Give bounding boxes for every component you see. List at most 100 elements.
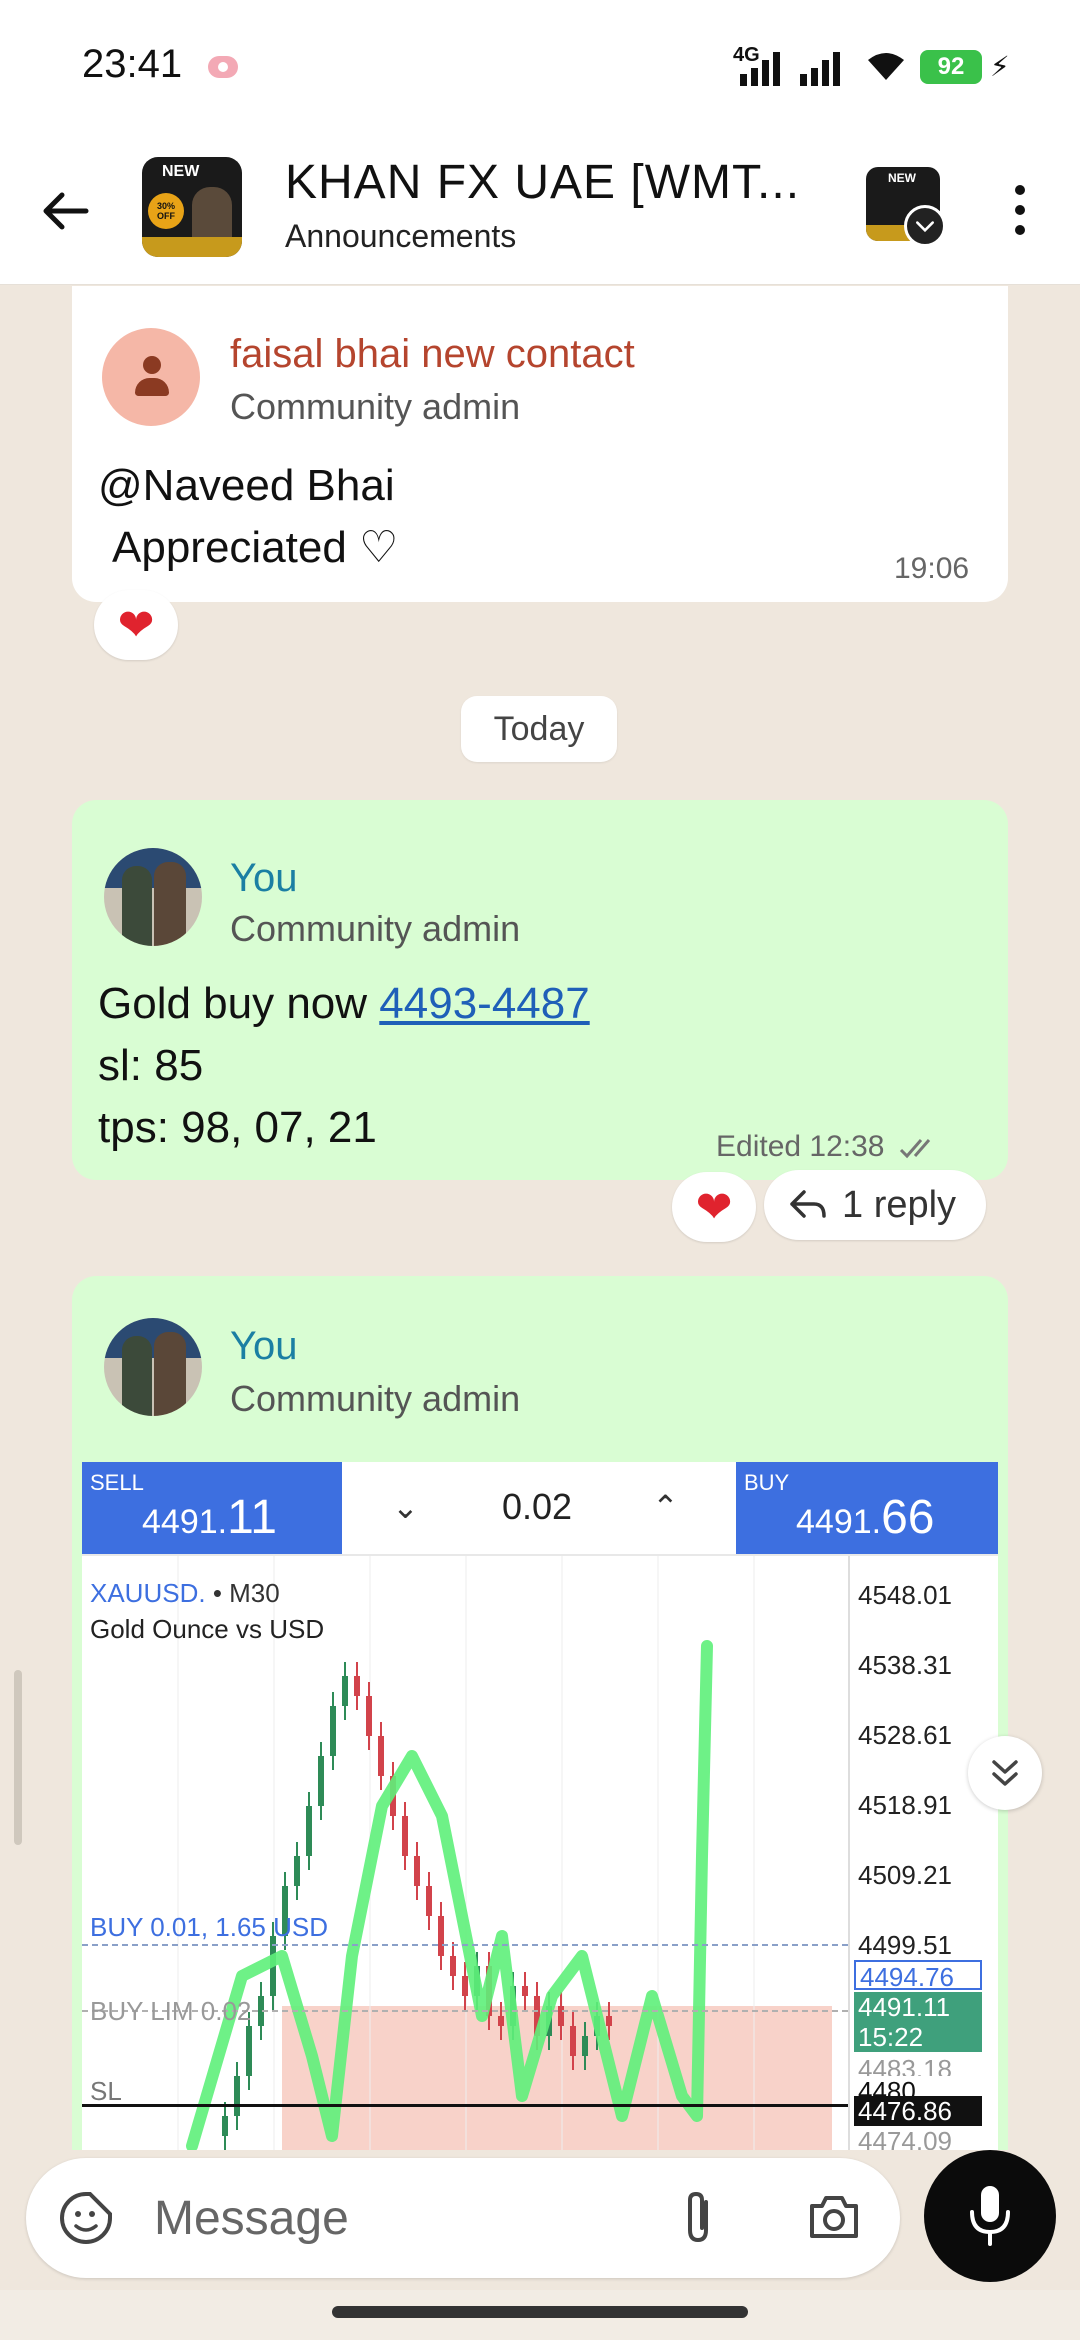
candle-body xyxy=(450,1956,456,1976)
candle-body xyxy=(222,2116,228,2136)
chat-area[interactable]: faisal bhai new contact Community admin … xyxy=(0,286,1080,2150)
candle-body xyxy=(462,1976,468,1996)
candle-body xyxy=(366,1696,372,1736)
candle-body xyxy=(570,2026,576,2056)
sender-name[interactable]: faisal bhai new contact xyxy=(230,332,635,377)
buy-price-marker: 4494.76 xyxy=(854,1960,982,1992)
scrollbar-thumb[interactable] xyxy=(14,1670,22,1845)
stop-loss-label: SL xyxy=(90,2076,122,2106)
screen-record-icon xyxy=(208,56,238,78)
message-text-line: Gold buy now 4493-4487 xyxy=(98,972,590,1036)
sell-button: SELL 4491.11 xyxy=(82,1462,342,1554)
price-chart: XAUUSD. • M30 Gold Ounce vs USD BUY 0.01… xyxy=(82,1554,998,2150)
candle-body xyxy=(294,1856,300,1886)
price-tick: 4528.61 xyxy=(858,1720,952,1750)
sender-name[interactable]: You xyxy=(230,1324,298,1369)
buy-price: 4491.66 xyxy=(796,1491,935,1544)
message-text-line: @Naveed Bhai xyxy=(98,461,395,510)
charging-icon: ⚡ xyxy=(990,51,1010,82)
double-check-icon xyxy=(899,1139,930,1159)
voice-message-button[interactable] xyxy=(924,2150,1056,2282)
community-avatar-tag: NEW xyxy=(888,171,916,185)
message-input[interactable] xyxy=(154,2186,654,2250)
price-link[interactable]: 4493-4487 xyxy=(379,979,589,1028)
price-tick: 4538.31 xyxy=(858,1650,952,1680)
candle-body xyxy=(342,1676,348,1706)
trade-bar: SELL 4491.11 ⌄ 0.02 ⌃ BUY 4491.66 xyxy=(82,1462,998,1554)
message-bubble-incoming[interactable]: faisal bhai new contact Community admin … xyxy=(72,286,1008,602)
group-avatar[interactable]: NEW 30% OFF xyxy=(142,157,242,257)
buy-button: BUY 4491.66 xyxy=(736,1462,998,1554)
sender-avatar[interactable] xyxy=(102,328,200,426)
candle-body xyxy=(498,2016,504,2026)
avatar-new-tag: NEW xyxy=(162,163,200,180)
group-subtitle[interactable]: Announcements xyxy=(285,218,516,255)
chevron-down-icon: ⌄ xyxy=(392,1489,419,1525)
candle-body xyxy=(414,1856,420,1886)
bid-price-marker: 4491.11 xyxy=(854,1992,982,2022)
price-tick: 4548.01 xyxy=(858,1580,952,1610)
microphone-icon xyxy=(970,2186,1010,2246)
stop-loss-line xyxy=(82,2104,848,2107)
more-options-icon[interactable] xyxy=(1010,185,1030,245)
candle-body xyxy=(354,1676,360,1696)
lot-size: 0.02 xyxy=(502,1486,573,1527)
chevron-down-icon[interactable] xyxy=(904,205,946,247)
candle-body xyxy=(522,1986,528,1996)
clock: 23:41 xyxy=(82,42,183,86)
message-composer xyxy=(26,2158,900,2278)
message-text-line: sl: 85 xyxy=(98,1041,204,1090)
attach-icon[interactable] xyxy=(676,2188,722,2248)
annotation-stroke xyxy=(186,1640,713,2150)
sender-avatar[interactable] xyxy=(104,1318,202,1416)
candle-body xyxy=(234,2076,240,2116)
candle-body xyxy=(330,1706,336,1756)
reply-count-button[interactable]: 1 reply xyxy=(764,1170,986,1240)
chart-symbol: XAUUSD. • M30 xyxy=(90,1578,280,1608)
stop-loss-marker: 4476.86 xyxy=(854,2096,982,2126)
buy-order-line xyxy=(82,1944,848,1946)
sender-name[interactable]: You xyxy=(230,856,298,901)
chevron-up-icon: ⌃ xyxy=(652,1489,679,1525)
battery-indicator: 92 xyxy=(920,50,982,84)
signal-icon xyxy=(740,50,780,86)
candle-body xyxy=(246,2026,252,2076)
buy-label: BUY xyxy=(744,1470,790,1495)
message-bubble-outgoing[interactable]: You Community admin Gold buy now 4493-44… xyxy=(72,800,1008,1180)
signal-icon-2 xyxy=(800,50,840,86)
status-bar: 23:41 4G 92 ⚡ xyxy=(0,0,1080,135)
reply-count-label: 1 reply xyxy=(842,1184,957,1226)
camera-icon[interactable] xyxy=(806,2192,862,2242)
sticker-icon[interactable] xyxy=(56,2188,116,2248)
candle-body xyxy=(426,1886,432,1916)
back-arrow-icon[interactable] xyxy=(36,181,96,241)
sender-avatar[interactable] xyxy=(104,848,202,946)
sender-role: Community admin xyxy=(230,1378,521,1419)
candle-body xyxy=(402,1816,408,1856)
wifi-icon xyxy=(868,53,904,80)
message-text-prefix: Gold buy now xyxy=(98,979,380,1028)
candle-body xyxy=(582,2036,588,2056)
avatar-band xyxy=(142,237,242,257)
sender-role: Community admin xyxy=(230,908,521,949)
limit-order-label: BUY LIM 0.02 xyxy=(90,1996,252,2026)
message-meta: Edited 12:38 xyxy=(716,1130,939,1164)
chat-header: NEW 30% OFF KHAN FX UAE [WMT... Announce… xyxy=(0,135,1080,285)
price-tick: 4509.21 xyxy=(858,1860,952,1890)
sell-label: SELL xyxy=(90,1470,144,1495)
date-separator: Today xyxy=(461,696,617,762)
scroll-to-bottom-button[interactable] xyxy=(968,1736,1042,1810)
home-indicator[interactable] xyxy=(332,2306,748,2318)
heart-reaction-icon[interactable]: ❤ xyxy=(94,590,178,660)
edited-time: Edited 12:38 xyxy=(716,1130,885,1163)
double-chevron-down-icon xyxy=(992,1760,1018,1786)
candle-body xyxy=(318,1756,324,1806)
candle-body xyxy=(378,1736,384,1776)
group-title[interactable]: KHAN FX UAE [WMT... xyxy=(285,155,845,210)
avatar-offer-badge: 30% OFF xyxy=(148,193,184,229)
heart-reaction-icon[interactable]: ❤ xyxy=(672,1172,756,1242)
trading-screenshot[interactable]: SELL 4491.11 ⌄ 0.02 ⌃ BUY 4491.66 XAUUSD… xyxy=(82,1462,998,2150)
message-text-line: Appreciated ♡ xyxy=(112,523,399,572)
candle-body xyxy=(306,1806,312,1856)
bar-timer: 15:22 xyxy=(854,2022,982,2052)
